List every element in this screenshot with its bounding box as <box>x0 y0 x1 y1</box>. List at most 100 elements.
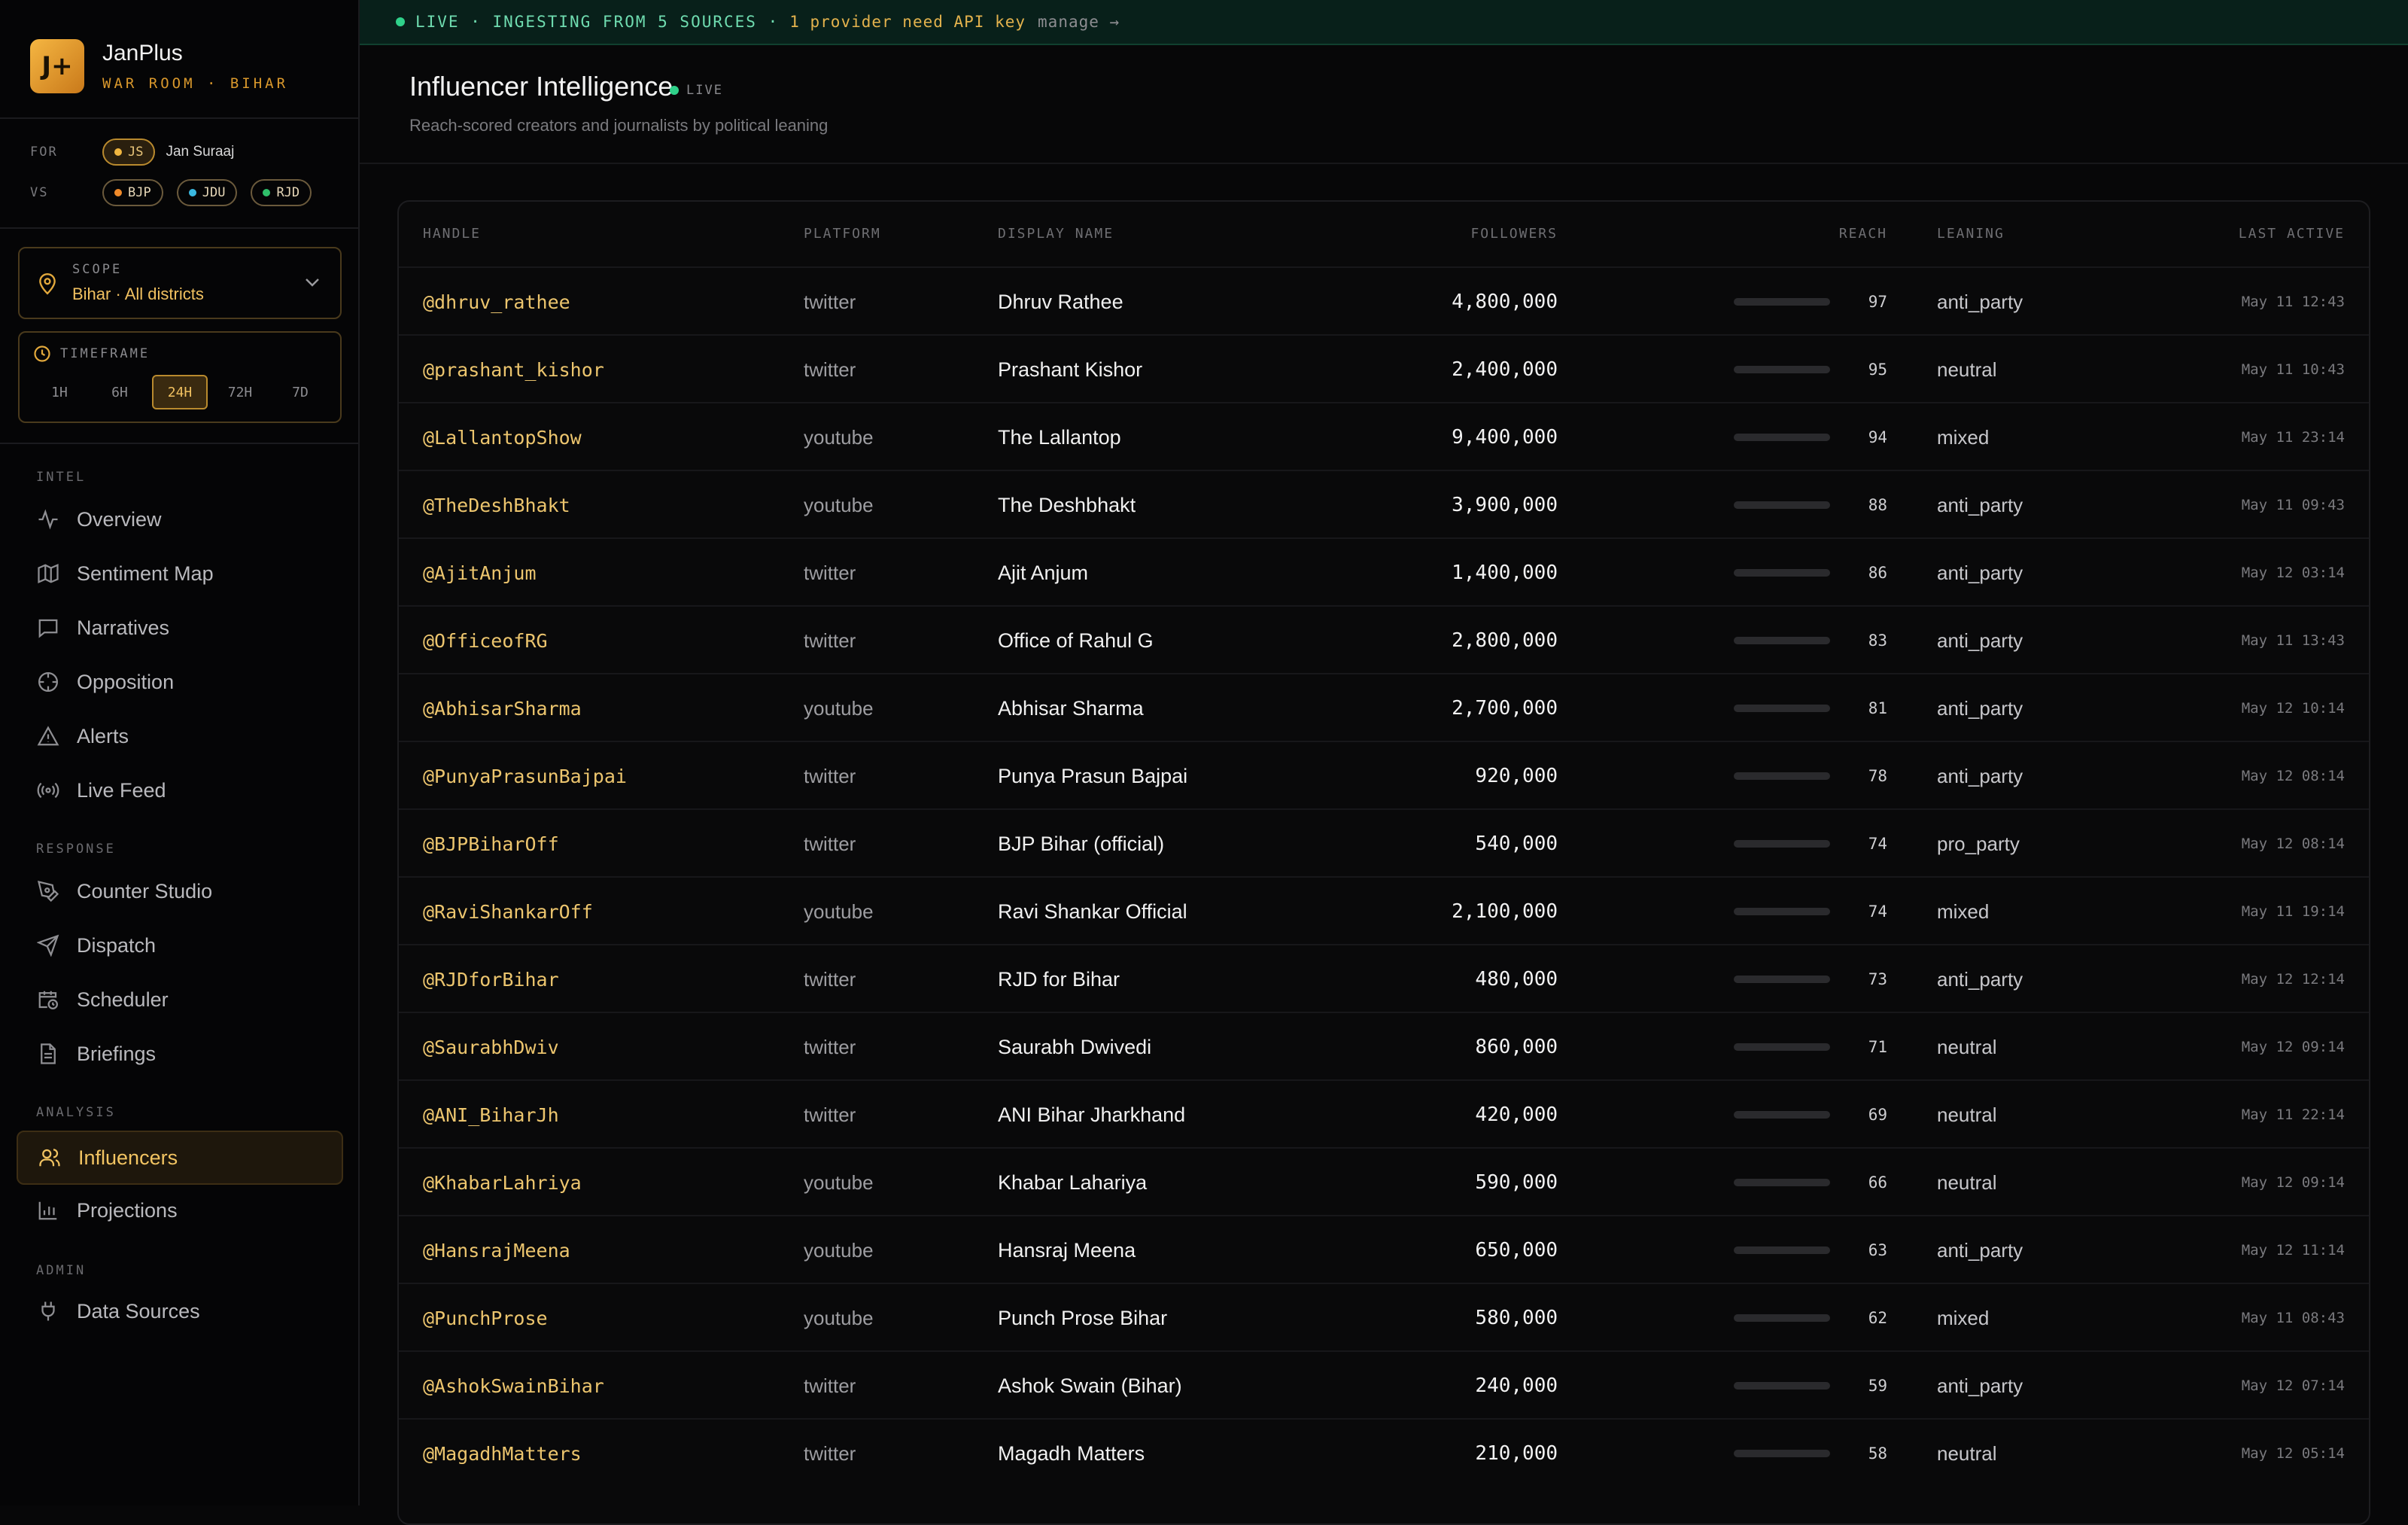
nav-item-scheduler[interactable]: Scheduler <box>17 973 343 1027</box>
brand[interactable]: J+ JanPlus WAR ROOM · BIHAR <box>30 39 288 93</box>
handle-link[interactable]: @KhabarLahriya <box>423 1149 582 1216</box>
leaning-cell: anti_party <box>1937 764 2023 787</box>
timeframe-7d[interactable]: 7D <box>272 375 328 409</box>
reach-bar <box>1734 1111 1830 1119</box>
column-header-last-active[interactable]: LAST ACTIVE <box>2239 226 2345 242</box>
reach-bar <box>1734 1382 1830 1390</box>
party-chip-js[interactable]: JS <box>102 138 156 166</box>
display-name-cell: Office of Rahul G <box>998 629 1154 652</box>
timeframe-6h[interactable]: 6H <box>92 375 147 409</box>
display-name-cell: Punch Prose Bihar <box>998 1306 1168 1329</box>
handle-link[interactable]: @RJDforBihar <box>423 945 559 1013</box>
display-name-cell: Ajit Anjum <box>998 561 1089 584</box>
column-header-display-name[interactable]: DISPLAY NAME <box>998 226 1114 242</box>
scope-selector[interactable]: SCOPE Bihar · All districts <box>18 247 342 319</box>
live-badge-label: LIVE <box>686 83 723 98</box>
nav-item-briefings[interactable]: Briefings <box>17 1027 343 1081</box>
nav-item-live-feed[interactable]: Live Feed <box>17 763 343 817</box>
nav-item-dispatch[interactable]: Dispatch <box>17 918 343 973</box>
handle-link[interactable]: @RaviShankarOff <box>423 878 593 945</box>
handle-link[interactable]: @HansrajMeena <box>423 1216 570 1284</box>
table-row[interactable]: @RaviShankarOff youtube Ravi Shankar Offic… <box>399 876 2369 945</box>
display-name-cell: ANI Bihar Jharkhand <box>998 1103 1186 1126</box>
nav-item-overview[interactable]: Overview <box>17 492 343 546</box>
table-row[interactable]: @PunyaPrasunBajpai twitter Punya Prasun Ba… <box>399 741 2369 810</box>
reach-score-cell: 66 <box>1868 1173 1887 1192</box>
column-header-leaning[interactable]: LEANING <box>1937 226 2005 242</box>
table-row[interactable]: @ANI_BiharJh twitter ANI Bihar Jharkhand 42… <box>399 1079 2369 1149</box>
handle-link[interactable]: @prashant_kishor <box>423 336 604 403</box>
nav-item-sentiment-map[interactable]: Sentiment Map <box>17 546 343 601</box>
last-active-cell: May 11 12:43 <box>2241 294 2345 310</box>
table-row[interactable]: @AbhisarSharma youtube Abhisar Sharma 2,700… <box>399 673 2369 742</box>
last-active-cell: May 12 03:14 <box>2241 565 2345 581</box>
nav-item-label: Opposition <box>77 670 175 693</box>
display-name-cell: Punya Prasun Bajpai <box>998 764 1188 787</box>
nav-item-alerts[interactable]: Alerts <box>17 709 343 763</box>
table-row[interactable]: @HansrajMeena youtube Hansraj Meena 650,000… <box>399 1215 2369 1284</box>
handle-link[interactable]: @OfficeofRG <box>423 607 548 674</box>
display-name-cell: RJD for Bihar <box>998 967 1120 991</box>
handle-link[interactable]: @AshokSwainBihar <box>423 1352 604 1420</box>
column-header-platform[interactable]: PLATFORM <box>804 226 881 242</box>
platform-cell: twitter <box>804 1374 856 1397</box>
handle-link[interactable]: @MagadhMatters <box>423 1420 582 1487</box>
handle-link[interactable]: @TheDeshBhakt <box>423 471 570 539</box>
for-party-name: Jan Suraaj <box>166 144 235 160</box>
handle-link[interactable]: @AbhisarSharma <box>423 674 582 742</box>
handle-link[interactable]: @AjitAnjum <box>423 539 537 607</box>
handle-link[interactable]: @SaurabhDwiv <box>423 1013 559 1081</box>
timeframe-1h[interactable]: 1H <box>32 375 87 409</box>
table-row[interactable]: @dhruv_rathee twitter Dhruv Rathee 4,800,00… <box>399 266 2369 336</box>
pen-tool-icon <box>35 878 62 905</box>
users-icon <box>36 1144 63 1171</box>
table-row[interactable]: @PunchProse youtube Punch Prose Bihar 580,0… <box>399 1283 2369 1352</box>
handle-link[interactable]: @PunyaPrasunBajpai <box>423 742 627 810</box>
party-chip-bjp[interactable]: BJP <box>102 179 163 206</box>
column-header-handle[interactable]: HANDLE <box>423 226 481 242</box>
table-row[interactable]: @prashant_kishor twitter Prashant Kishor 2,… <box>399 334 2369 403</box>
nav-item-label: Counter Studio <box>77 879 213 903</box>
followers-cell: 210,000 <box>1475 1442 1558 1465</box>
nav-item-opposition[interactable]: Opposition <box>17 655 343 709</box>
reach-score-cell: 74 <box>1868 903 1887 921</box>
party-chip-jdu[interactable]: JDU <box>176 179 238 206</box>
nav-item-narratives[interactable]: Narratives <box>17 601 343 655</box>
nav-item-influencers[interactable]: Influencers <box>17 1131 343 1185</box>
scope-value: Bihar · All districts <box>72 285 204 303</box>
file-text-icon <box>35 1040 62 1067</box>
nav-item-counter-studio[interactable]: Counter Studio <box>17 864 343 918</box>
last-active-cell: May 11 09:43 <box>2241 497 2345 513</box>
timeframe-24h[interactable]: 24H <box>152 375 208 409</box>
handle-link[interactable]: @BJPBiharOff <box>423 810 559 878</box>
timeframe-72h[interactable]: 72H <box>212 375 268 409</box>
handle-link[interactable]: @PunchProse <box>423 1284 548 1352</box>
nav-item-projections[interactable]: Projections <box>17 1183 343 1237</box>
table-row[interactable]: @AjitAnjum twitter Ajit Anjum 1,400,000 86 an… <box>399 537 2369 607</box>
table-row[interactable]: @BJPBiharOff twitter BJP Bihar (official) 5… <box>399 808 2369 878</box>
table-row[interactable]: @KhabarLahriya youtube Khabar Lahariya 590,… <box>399 1147 2369 1216</box>
nav-item-label: Projections <box>77 1198 178 1222</box>
table-row[interactable]: @LallantopShow youtube The Lallantop 9,400,… <box>399 402 2369 471</box>
handle-link[interactable]: @dhruv_rathee <box>423 268 570 336</box>
banner-live-text: LIVE · INGESTING FROM 5 SOURCES · <box>415 13 780 31</box>
nav-section-analysis: ANALYSIS <box>36 1105 116 1120</box>
platform-cell: youtube <box>804 1170 874 1194</box>
table-row[interactable]: @OfficeofRG twitter Office of Rahul G 2,800… <box>399 605 2369 674</box>
for-party-row: FOR JS Jan Suraaj <box>30 138 234 166</box>
handle-link[interactable]: @LallantopShow <box>423 403 582 471</box>
manage-link[interactable]: manage → <box>1038 13 1120 31</box>
table-row[interactable]: @AshokSwainBihar twitter Ashok Swain (Biha… <box>399 1350 2369 1420</box>
party-chip-label: BJP <box>128 185 151 200</box>
handle-link[interactable]: @ANI_BiharJh <box>423 1081 559 1149</box>
reach-score-cell: 78 <box>1868 767 1887 785</box>
reach-bar <box>1734 705 1830 712</box>
nav-item-data-sources[interactable]: Data Sources <box>17 1284 343 1338</box>
table-row[interactable]: @TheDeshBhakt youtube The Deshbhakt 3,900,0… <box>399 470 2369 539</box>
column-header-followers[interactable]: FOLLOWERS <box>1470 226 1558 242</box>
table-row[interactable]: @RJDforBihar twitter RJD for Bihar 480,000 7… <box>399 944 2369 1013</box>
table-row[interactable]: @SaurabhDwiv twitter Saurabh Dwivedi 860,00… <box>399 1012 2369 1081</box>
table-row[interactable]: @MagadhMatters twitter Magadh Matters 210,0… <box>399 1418 2369 1487</box>
party-chip-rjd[interactable]: RJD <box>251 179 312 206</box>
column-header-reach[interactable]: REACH <box>1839 226 1887 242</box>
